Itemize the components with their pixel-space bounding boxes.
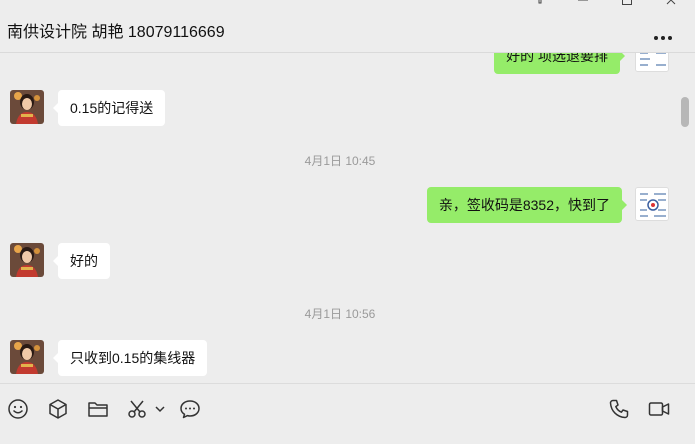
self-avatar[interactable] xyxy=(635,187,669,221)
message-bubble-incoming[interactable]: 好的 xyxy=(53,243,110,279)
emoji-icon[interactable] xyxy=(7,398,29,420)
contact-avatar[interactable] xyxy=(10,340,44,374)
message-timestamp: 4月1日 10:45 xyxy=(304,154,376,168)
input-toolbar xyxy=(0,383,695,444)
chat-title: 南供设计院 胡艳 18079116669 xyxy=(7,24,225,41)
scrollbar-thumb[interactable] xyxy=(681,97,689,127)
minimize-icon[interactable] xyxy=(573,0,593,12)
message-bubble-outgoing[interactable]: 好的 项选退要排 xyxy=(494,53,625,74)
message-timestamp: 4月1日 10:56 xyxy=(304,307,376,321)
message-bubble-incoming[interactable]: 0.15的记得送 xyxy=(52,90,166,126)
phone-icon[interactable] xyxy=(608,398,630,420)
close-icon[interactable] xyxy=(661,0,681,12)
chat-header: 南供设计院 胡艳 18079116669 xyxy=(0,0,695,53)
cube-icon[interactable] xyxy=(47,398,69,420)
contact-avatar[interactable] xyxy=(10,243,44,277)
chat-bubble-icon[interactable] xyxy=(179,398,201,420)
chevron-down-icon[interactable] xyxy=(153,398,167,420)
contact-avatar[interactable] xyxy=(10,90,44,124)
message-list[interactable]: 好的 项选退要排 0.15的记得送 4月1日 10:45 亲，签收码是8352，… xyxy=(0,53,695,383)
message-bubble-incoming[interactable]: 只收到0.15的集线器 xyxy=(52,340,208,376)
folder-icon[interactable] xyxy=(87,398,109,420)
self-avatar[interactable] xyxy=(635,53,669,72)
maximize-icon[interactable] xyxy=(617,0,637,12)
video-icon[interactable] xyxy=(648,398,670,420)
scissors-icon[interactable] xyxy=(126,398,148,420)
more-icon[interactable] xyxy=(653,26,673,42)
message-bubble-outgoing[interactable]: 亲，签收码是8352，快到了 xyxy=(426,187,628,223)
pin-icon[interactable] xyxy=(530,0,550,12)
